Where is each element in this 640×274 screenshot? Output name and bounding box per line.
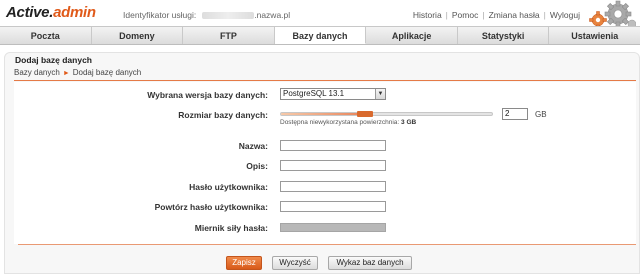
description-input[interactable] [280, 160, 386, 171]
link-separator: | [543, 10, 546, 20]
size-input[interactable]: 2 [502, 108, 528, 120]
tab-ftp[interactable]: FTP [183, 27, 275, 44]
name-label: Nazwa: [238, 141, 268, 151]
size-slider-fill [281, 113, 366, 115]
tab-poczta[interactable]: Poczta [0, 27, 92, 44]
link-separator: | [445, 10, 448, 20]
form-divider [18, 244, 636, 245]
clear-button[interactable]: Wyczyść [272, 256, 318, 270]
tab-ustawienia[interactable]: Ustawienia [549, 27, 640, 44]
breadcrumb: Bazy danych ► Dodaj bazę danych [14, 68, 141, 77]
user-password-input[interactable] [280, 181, 386, 192]
chevron-down-icon[interactable]: ▼ [375, 89, 385, 99]
save-button[interactable]: Zapisz [226, 256, 262, 270]
name-input[interactable] [280, 140, 386, 151]
breadcrumb-arrow-icon: ► [62, 70, 70, 77]
size-note-prefix: Dostępna niewykorzystana powierzchnia: [280, 119, 400, 126]
identifier-label: Identyfikator usługi: [123, 10, 197, 20]
password-strength-meter [280, 223, 386, 232]
change-password-link[interactable]: Zmiana hasła [489, 10, 540, 20]
database-list-button[interactable]: Wykaz baz danych [328, 256, 412, 270]
logo-main: Active. [6, 4, 54, 21]
link-separator: | [482, 10, 485, 20]
tab-statystyki[interactable]: Statystyki [457, 27, 550, 44]
help-link[interactable]: Pomoc [452, 10, 478, 20]
service-identifier: Identyfikator usługi: .nazwa.pl [123, 10, 290, 20]
logout-link[interactable]: Wyloguj [550, 10, 580, 20]
main-nav: Poczta Domeny FTP Bazy danych Aplikacje … [0, 26, 640, 45]
top-links: Historia | Pomoc | Zmiana hasła | Wylogu… [413, 10, 580, 20]
size-slider[interactable] [280, 111, 493, 117]
logo[interactable]: Active.admin [6, 4, 96, 21]
size-unit: GB [535, 110, 547, 119]
breadcrumb-current: Dodaj bazę danych [72, 68, 142, 77]
logo-accent: admin [53, 4, 96, 21]
tab-bazy-danych[interactable]: Bazy danych [274, 27, 367, 44]
version-label: Wybrana wersja bazy danych: [147, 90, 268, 100]
strength-label: Miernik siły hasła: [194, 223, 268, 233]
identifier-redacted [202, 12, 255, 20]
version-select-value: PostgreSQL 13.1 [283, 89, 345, 98]
size-note-value: 3 GB [401, 119, 417, 126]
tab-aplikacje[interactable]: Aplikacje [366, 27, 458, 44]
panel-title: Dodaj bazę danych [15, 55, 92, 65]
header: Active.admin Identyfikator usługi: .nazwa… [0, 0, 640, 29]
breadcrumb-link-databases[interactable]: Bazy danych [14, 68, 60, 77]
description-label: Opis: [246, 161, 268, 171]
identifier-domain: .nazwa.pl [254, 10, 291, 20]
size-slider-handle[interactable] [357, 111, 374, 117]
size-label: Rozmiar bazy danych: [178, 110, 268, 120]
breadcrumb-divider [14, 80, 636, 81]
user-password-label: Hasło użytkownika: [189, 182, 268, 192]
repeat-password-label: Powtórz hasło użytkownika: [154, 202, 268, 212]
version-select[interactable]: PostgreSQL 13.1 ▼ [280, 88, 386, 100]
tab-domeny[interactable]: Domeny [91, 27, 184, 44]
history-link[interactable]: Historia [413, 10, 442, 20]
size-available-note: Dostępna niewykorzystana powierzchnia: 3… [280, 119, 416, 126]
repeat-password-input[interactable] [280, 201, 386, 212]
